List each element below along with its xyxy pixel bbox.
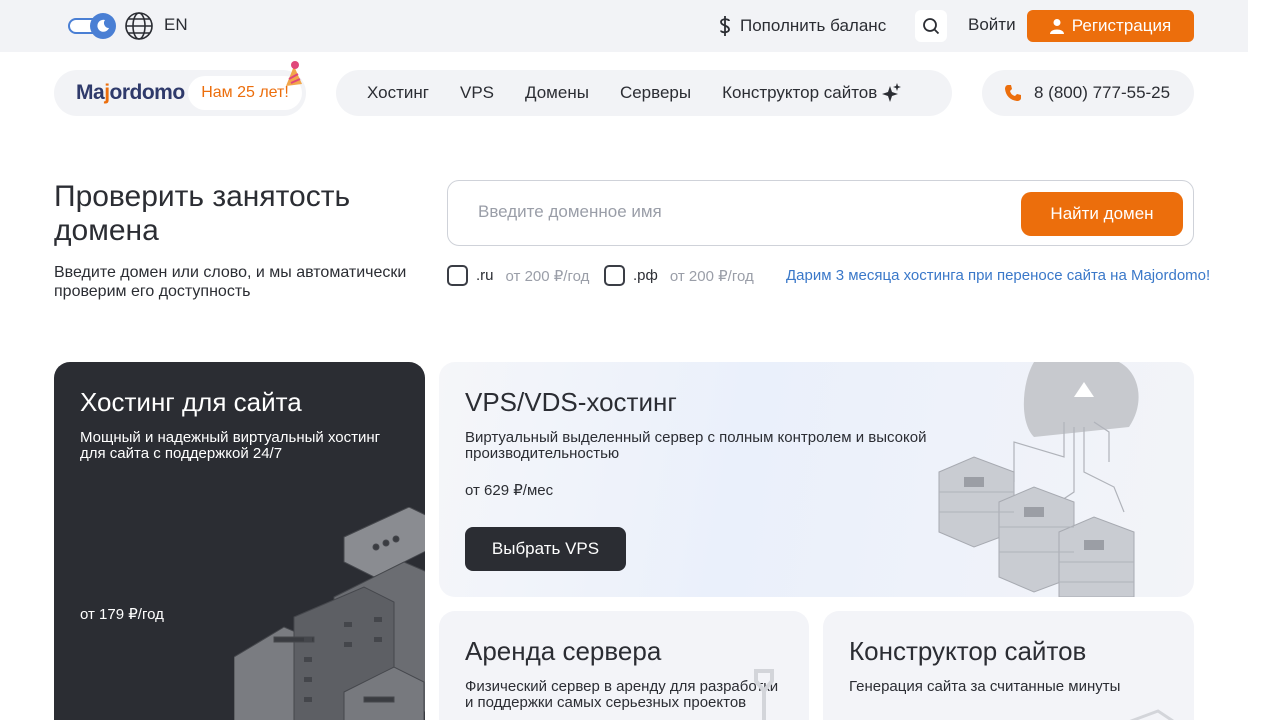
dollar-icon [720,16,730,36]
nav-item-vps[interactable]: VPS [460,83,494,103]
register-button[interactable]: Регистрация [1027,10,1194,42]
domain-search-box: Найти домен [447,180,1194,246]
logo[interactable]: Majordomo [76,81,185,105]
hosting-card-title: Хостинг для сайта [80,387,302,417]
nav-item-domains[interactable]: Домены [525,83,589,103]
server-rack-illustration [234,507,425,720]
party-hat-icon [286,61,302,86]
server-rent-card[interactable]: Аренда сервера Физический сервер в аренд… [439,611,809,720]
vps-card-desc: Виртуальный выделенный сервер с полным к… [465,429,927,462]
login-link[interactable]: Войти [968,15,1016,35]
search-icon [923,18,940,35]
server-rent-card-title: Аренда сервера [465,636,662,666]
zone-rf-checkbox[interactable] [604,265,625,286]
zone-rf-price: от 200 ₽/год [669,267,754,285]
zone-ru[interactable]: .ru от 200 ₽/год [447,265,589,286]
top-up-label: Пополнить баланс [740,16,887,35]
hosting-card-desc: Мощный и надежный виртуальный хостинг дл… [80,429,381,462]
transfer-promo-link[interactable]: Дарим 3 месяца хостинга при переносе сай… [786,267,1210,284]
sparkle-icon [882,83,902,102]
zone-ru-checkbox[interactable] [447,265,468,286]
zone-ru-name: .ru [476,267,494,284]
theme-toggle[interactable] [68,13,116,39]
site-builder-card[interactable]: Конструктор сайтов Генерация сайта за сч… [823,611,1194,720]
top-bar: EN Пополнить баланс Войти Регистрация [0,0,1248,52]
vps-card-title: VPS/VDS-хостинг [465,387,677,417]
top-up-balance-link[interactable]: Пополнить баланс [718,14,886,38]
server-rent-card-desc: Физический сервер в аренду для разработк… [465,678,779,711]
hosting-card[interactable]: Хостинг для сайта Мощный и надежный вирт… [54,362,425,720]
main-nav: Хостинг VPS Домены Серверы Конструктор с… [336,70,952,116]
site-builder-card-title: Конструктор сайтов [849,636,1087,666]
find-domain-button[interactable]: Найти домен [1021,192,1183,236]
search-button[interactable] [915,10,947,42]
site-builder-card-desc: Генерация сайта за считанные минуты [849,678,1121,695]
cloud-servers-illustration [938,362,1139,597]
cable-illustration [754,669,774,720]
hosting-card-price: от 179 ₽/год [80,606,164,623]
phone-icon [1005,85,1021,101]
domain-check-title: Проверить занятость домена [54,180,351,247]
user-icon [1049,19,1064,34]
nav-item-site-builder-label: Конструктор сайтов [722,83,878,102]
logo-text-suffix: ordomo [109,81,186,104]
globe-icon[interactable] [124,11,154,41]
zone-rf-name: .рф [633,267,658,284]
nav-item-servers[interactable]: Серверы [620,83,691,103]
language-switch[interactable]: EN [164,15,188,35]
zone-ru-price: от 200 ₽/год [505,267,590,285]
phone-number: 8 (800) 777-55-25 [1034,83,1171,102]
logo-text-prefix: Ma [76,81,105,104]
vps-card-price: от 629 ₽/мес [465,482,554,499]
logo-block[interactable]: Majordomo Нам 25 лет! [54,70,306,116]
domain-search-input[interactable] [478,202,978,222]
nav-item-hosting[interactable]: Хостинг [367,83,429,103]
nav-item-site-builder[interactable]: Конструктор сайтов [722,83,902,103]
choose-vps-button[interactable]: Выбрать VPS [465,527,626,571]
builder-illustration [1129,709,1174,720]
register-label: Регистрация [1071,16,1172,35]
zone-rf[interactable]: .рф от 200 ₽/год [604,265,754,286]
vps-card[interactable]: VPS/VDS-хостинг Виртуальный выделенный с… [439,362,1194,597]
moon-icon [90,13,116,39]
domain-check-subtitle: Введите домен или слово, и мы автоматиче… [54,264,407,300]
phone-block[interactable]: 8 (800) 777-55-25 [982,70,1194,116]
